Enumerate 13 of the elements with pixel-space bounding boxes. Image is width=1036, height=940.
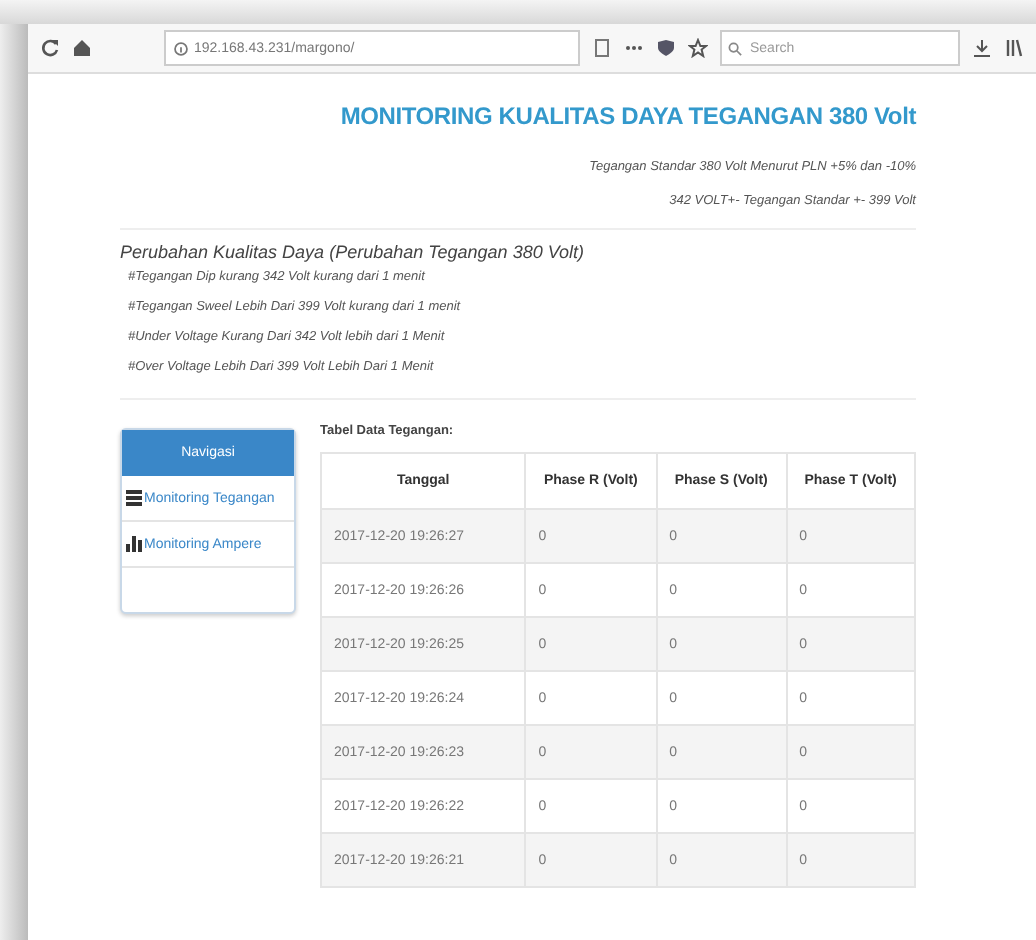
star-icon[interactable] xyxy=(688,38,708,58)
bar-chart-icon xyxy=(126,536,142,552)
shield-icon[interactable] xyxy=(656,38,676,58)
download-icon[interactable] xyxy=(972,38,992,58)
page-title: MONITORING KUALITAS DAYA TEGANGAN 380 Volt xyxy=(338,102,916,130)
list-icon xyxy=(126,490,142,506)
reload-icon[interactable] xyxy=(40,38,60,58)
section-heading: Perubahan Kualitas Daya (Perubahan Tegangan 380 Volt) xyxy=(120,242,587,262)
info-icon[interactable] xyxy=(174,41,188,55)
search-icon xyxy=(728,41,742,55)
reader-view-icon[interactable] xyxy=(592,38,612,58)
home-icon[interactable] xyxy=(72,38,92,58)
library-icon[interactable] xyxy=(1004,38,1024,58)
